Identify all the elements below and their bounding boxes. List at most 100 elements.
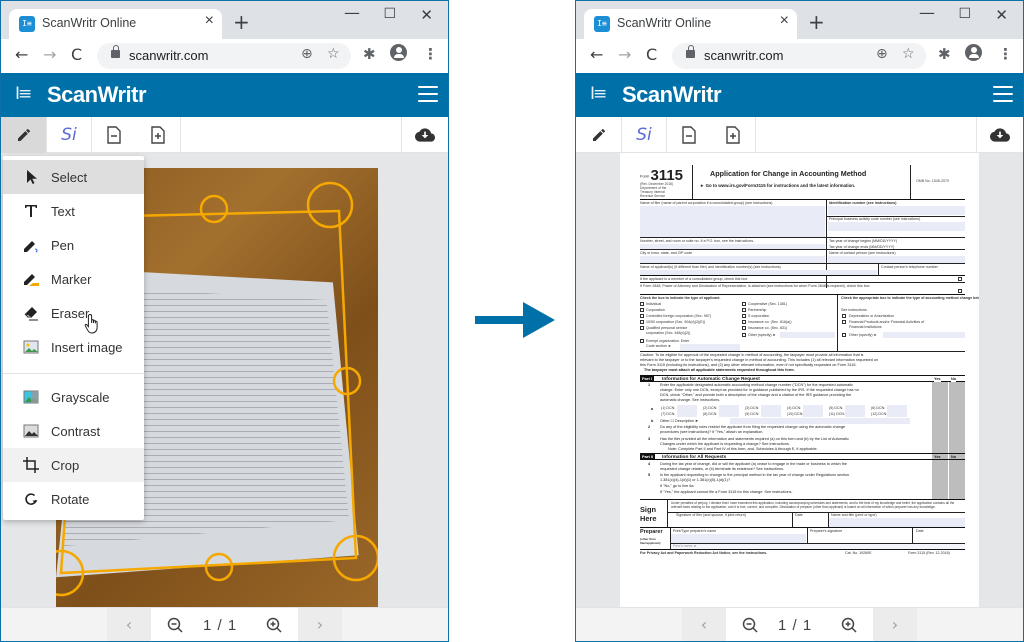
- rotate-icon: [25, 493, 38, 505]
- form-instructions-link: ► Go to www.irs.gov/Form3115 for instruc…: [700, 183, 856, 188]
- more-menu-icon[interactable]: ⋮: [998, 45, 1013, 63]
- menu-item-pen[interactable]: Pen: [3, 228, 144, 262]
- signature-button[interactable]: Si: [47, 117, 92, 153]
- text-icon: [25, 205, 37, 217]
- bookmark-star-icon[interactable]: ☆: [902, 46, 915, 62]
- pager-controls: 1 / 1: [151, 608, 298, 641]
- menu-item-text[interactable]: Text: [3, 194, 144, 228]
- reload-button[interactable]: C: [646, 45, 657, 64]
- forward-button[interactable]: →: [618, 45, 631, 64]
- transform-arrow-icon: [475, 302, 555, 338]
- browser-toolbar: ← → C scanwritr.com ⊕ ☆ ✱ ⋮: [576, 39, 1023, 73]
- tab-close-icon[interactable]: ×: [780, 12, 789, 30]
- address-bar[interactable]: scanwritr.com ⊕ ☆: [672, 43, 926, 69]
- menu-item-grayscale[interactable]: Grayscale: [3, 380, 144, 414]
- new-tab-button[interactable]: +: [233, 10, 250, 34]
- install-app-icon[interactable]: ⊕: [876, 46, 888, 62]
- form-revision: (Rev. December 2018) Department of the Tr…: [640, 182, 674, 199]
- add-page-button[interactable]: [711, 117, 756, 153]
- back-button[interactable]: ←: [15, 45, 28, 64]
- tab-title: ScanWritr Online: [42, 16, 137, 30]
- city-field[interactable]: City or town, state, and ZIP code Name o…: [640, 249, 965, 264]
- close-window-button[interactable]: ✕: [420, 6, 433, 24]
- remove-page-icon: [682, 126, 696, 144]
- extensions-icon[interactable]: ✱: [938, 45, 951, 63]
- menu-label: Rotate: [51, 492, 90, 507]
- menu-item-marker[interactable]: Marker: [3, 262, 144, 296]
- menu-label: Text: [51, 204, 75, 219]
- tab-close-icon[interactable]: ×: [205, 12, 214, 30]
- remove-page-button[interactable]: [667, 117, 711, 153]
- upload-button[interactable]: [402, 117, 448, 153]
- address-field[interactable]: Number, street, and room or suite no. If…: [640, 237, 965, 250]
- menu-label: Marker: [51, 272, 92, 287]
- forward-button[interactable]: →: [43, 45, 56, 64]
- hamburger-menu-icon[interactable]: [418, 86, 438, 102]
- app-header: I≡ ScanWritr: [576, 73, 1023, 117]
- tab-strip: I≡ ScanWritr Online × + — ☐ ✕: [576, 1, 1023, 39]
- install-app-icon[interactable]: ⊕: [301, 46, 313, 62]
- next-page-button[interactable]: ›: [873, 608, 917, 641]
- tab-strip: I≡ ScanWritr Online × + — ☐ ✕: [1, 1, 448, 39]
- url-text[interactable]: scanwritr.com: [129, 48, 208, 63]
- browser-tab[interactable]: I≡ ScanWritr Online ×: [584, 9, 797, 39]
- address-bar[interactable]: scanwritr.com ⊕ ☆: [97, 43, 351, 69]
- prev-page-button[interactable]: ‹: [107, 608, 151, 641]
- browser-tab[interactable]: I≡ ScanWritr Online ×: [9, 9, 222, 39]
- prev-page-button[interactable]: ‹: [682, 608, 726, 641]
- menu-item-select[interactable]: Select: [3, 160, 144, 194]
- next-page-button[interactable]: ›: [298, 608, 342, 641]
- zoom-out-icon[interactable]: [742, 617, 758, 633]
- logo-icon: I≡: [15, 84, 32, 104]
- back-button[interactable]: ←: [590, 45, 603, 64]
- remove-page-button[interactable]: [92, 117, 136, 153]
- checkbox[interactable]: [958, 277, 962, 281]
- maximize-button[interactable]: ☐: [383, 6, 396, 22]
- caution-text: Caution: To be eligible for approval of …: [640, 351, 965, 373]
- hand-cursor-icon: [84, 313, 98, 334]
- menu-item-crop[interactable]: Crop: [3, 448, 144, 482]
- zoom-in-icon[interactable]: [266, 617, 282, 633]
- extensions-icon[interactable]: ✱: [363, 45, 376, 63]
- edit-tools-button[interactable]: [576, 117, 622, 153]
- profile-avatar-icon[interactable]: [390, 44, 407, 61]
- zoom-out-icon[interactable]: [167, 617, 183, 633]
- maximize-button[interactable]: ☐: [958, 6, 971, 22]
- menu-item-eraser[interactable]: Eraser: [3, 296, 144, 330]
- description-field[interactable]: [730, 418, 910, 424]
- hamburger-menu-icon[interactable]: [993, 86, 1013, 102]
- marker-icon: [24, 274, 39, 286]
- filer-name-field[interactable]: Name of filer (name of parent corporatio…: [640, 199, 965, 288]
- menu-item-rotate[interactable]: Rotate: [3, 482, 144, 516]
- lock-icon: [686, 45, 695, 58]
- close-window-button[interactable]: ✕: [995, 6, 1008, 24]
- menu-item-contrast[interactable]: Contrast: [3, 414, 144, 448]
- minimize-button[interactable]: —: [919, 3, 935, 22]
- signature-button[interactable]: Si: [622, 117, 667, 153]
- edit-tools-button[interactable]: [1, 117, 47, 153]
- edit-toolbar: Si: [1, 117, 448, 153]
- crop-handle-top: [199, 194, 229, 224]
- url-text[interactable]: scanwritr.com: [704, 48, 783, 63]
- bookmark-star-icon[interactable]: ☆: [327, 46, 340, 62]
- profile-avatar-icon[interactable]: [965, 44, 982, 61]
- consolidated-group-row: If the applicant is a member of a consol…: [640, 275, 965, 282]
- minimize-button[interactable]: —: [344, 3, 360, 22]
- favicon-icon: I≡: [594, 16, 610, 32]
- menu-item-insert-image[interactable]: Insert image: [3, 330, 144, 364]
- more-menu-icon[interactable]: ⋮: [423, 45, 438, 63]
- form2848-row: If Form 2848, Power of Attorney and Decl…: [640, 282, 965, 294]
- form-header: Form 3115 (Rev. December 2018) Department…: [640, 165, 965, 199]
- app-logo: ScanWritr: [47, 82, 147, 107]
- add-page-icon: [151, 126, 165, 144]
- zoom-in-icon[interactable]: [841, 617, 857, 633]
- add-page-button[interactable]: [136, 117, 181, 153]
- upload-button[interactable]: [977, 117, 1023, 153]
- cloud-upload-icon: [415, 128, 435, 142]
- applicant-name-field[interactable]: Name of applicant(s) (if different than …: [640, 263, 965, 276]
- checkbox[interactable]: [958, 289, 962, 293]
- new-tab-button[interactable]: +: [808, 10, 825, 34]
- reload-button[interactable]: C: [71, 45, 82, 64]
- remove-page-icon: [107, 126, 121, 144]
- menu-label: Crop: [51, 458, 80, 473]
